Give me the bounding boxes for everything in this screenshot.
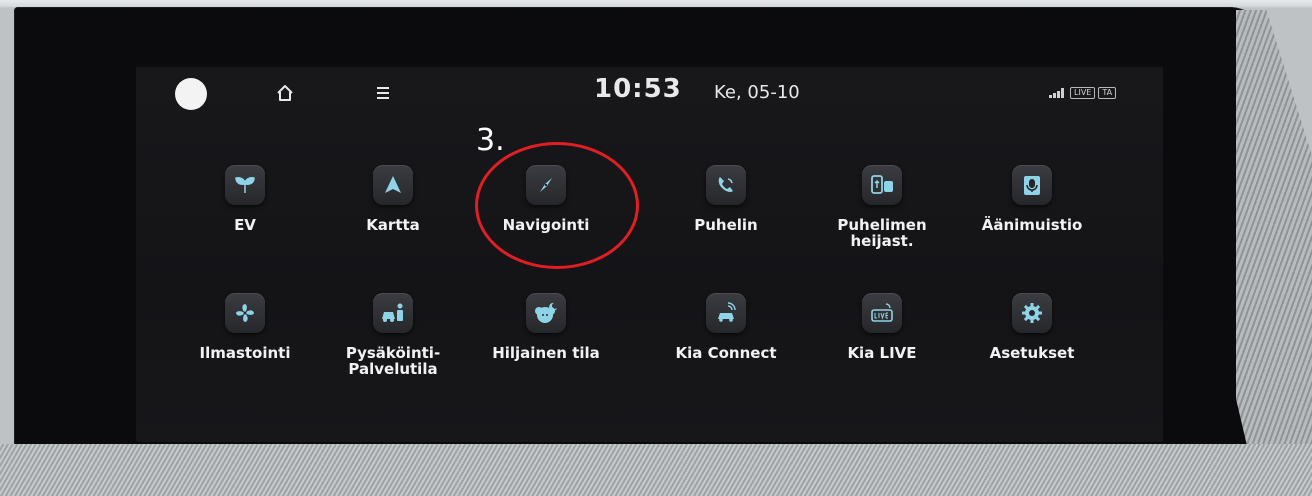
app-label: Asetukset	[989, 344, 1075, 362]
signal-indicators: LIVE TA	[1049, 87, 1117, 99]
menu-icon[interactable]	[376, 85, 390, 99]
phone-icon	[706, 165, 746, 205]
annotation-step-number: 3.	[476, 123, 505, 158]
app-label: Kia Connect	[675, 344, 777, 362]
live-indicator: LIVE	[1070, 87, 1096, 99]
fan-icon	[225, 293, 265, 333]
live-icon	[862, 293, 902, 333]
dashboard-trim-bottom	[0, 444, 1312, 496]
leaf-icon	[225, 165, 265, 205]
signal-icon	[1049, 88, 1064, 98]
gear-icon	[1012, 293, 1052, 333]
app-hiljainen-tila[interactable]: Hiljainen tila	[476, 293, 616, 393]
profile-button[interactable]	[175, 78, 207, 110]
app-label: Ilmastointi	[199, 344, 291, 362]
app-label: Kia LIVE	[847, 344, 917, 362]
home-icon[interactable]	[275, 83, 295, 103]
date: Ke, 05-10	[714, 82, 800, 103]
app-asetukset[interactable]: Asetukset	[962, 293, 1102, 393]
annotation-highlight-circle	[475, 142, 639, 269]
app-label: Puhelin	[694, 216, 758, 234]
app-label: Pysäköinti-Palvelutila	[345, 344, 441, 378]
voice-memo-icon	[1012, 165, 1052, 205]
quiet-mode-icon	[526, 293, 566, 333]
app-label: Äänimuistio	[981, 216, 1083, 234]
app-label: Kartta	[366, 216, 420, 234]
infotainment-screen: 10:53 Ke, 05-10 LIVE TA EV Kartta Navigo…	[136, 67, 1163, 442]
clock: 10:53	[594, 74, 682, 104]
map-arrow-icon	[373, 165, 413, 205]
app-puhelimen-heijast[interactable]: Puhelimen heijast.	[812, 165, 952, 265]
ta-indicator: TA	[1098, 87, 1117, 99]
app-aanimuistio[interactable]: Äänimuistio	[962, 165, 1102, 265]
phone-projection-icon	[862, 165, 902, 205]
connected-car-icon	[706, 293, 746, 333]
app-label: EV	[234, 216, 256, 234]
app-kia-live[interactable]: Kia LIVE	[812, 293, 952, 393]
app-puhelin[interactable]: Puhelin	[656, 165, 796, 265]
app-label: Puhelimen heijast.	[837, 216, 927, 250]
app-kartta[interactable]: Kartta	[323, 165, 463, 265]
app-ev[interactable]: EV	[175, 165, 315, 265]
app-label: Hiljainen tila	[492, 344, 600, 362]
status-bar: 10:53 Ke, 05-10 LIVE TA	[136, 67, 1163, 125]
app-ilmastointi[interactable]: Ilmastointi	[175, 293, 315, 393]
parking-service-icon	[373, 293, 413, 333]
app-pysakointi-palvelutila[interactable]: Pysäköinti-Palvelutila	[323, 293, 463, 393]
app-kia-connect[interactable]: Kia Connect	[656, 293, 796, 393]
